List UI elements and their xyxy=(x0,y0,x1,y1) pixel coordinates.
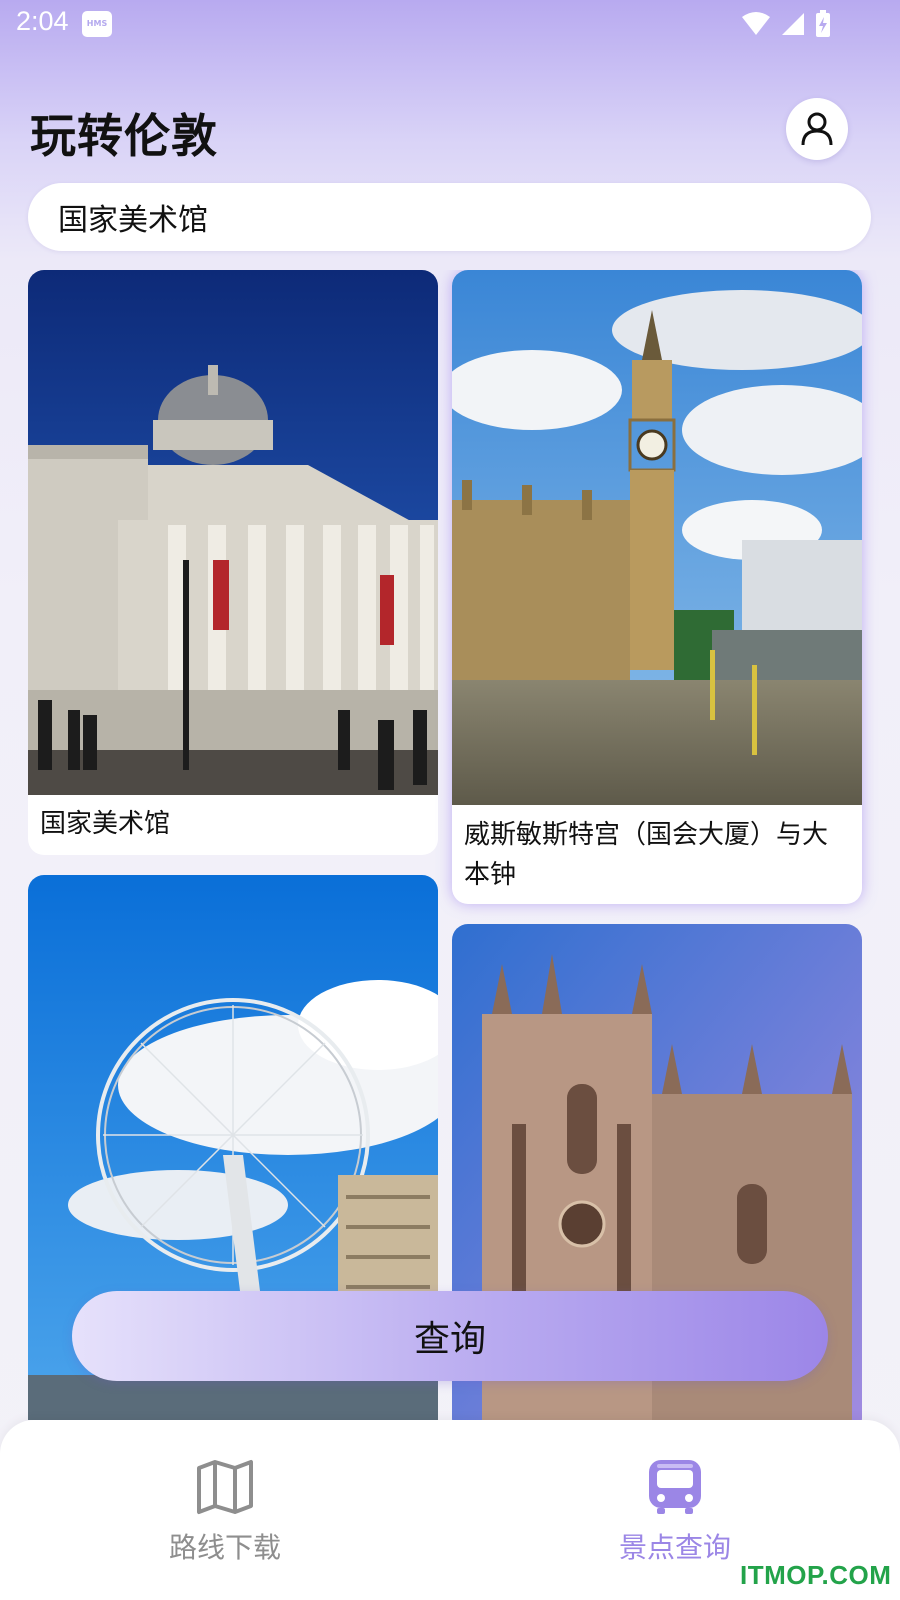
nav-label-route-download: 路线下载 xyxy=(168,1531,281,1564)
profile-button[interactable] xyxy=(786,98,848,160)
app-title: 玩转伦敦 xyxy=(30,109,218,163)
attraction-grid[interactable]: 国家美术馆 威斯敏斯特宫（国会大厦）与大本钟 xyxy=(0,270,900,1420)
attraction-card-national-gallery[interactable]: 国家美术馆 xyxy=(28,270,438,855)
battery-icon xyxy=(816,10,830,37)
status-time: 2:04 xyxy=(16,6,69,36)
wifi-icon xyxy=(742,12,770,35)
search-box[interactable] xyxy=(28,183,871,251)
map-icon xyxy=(197,1460,253,1514)
bus-icon xyxy=(649,1460,701,1514)
nav-item-route-download[interactable]: 路线下载 xyxy=(75,1420,375,1570)
national-gallery-photo xyxy=(28,270,438,795)
search-input[interactable] xyxy=(58,197,818,237)
attraction-card-label: 国家美术馆 xyxy=(40,809,171,839)
signal-icon xyxy=(782,13,804,35)
status-icons xyxy=(742,10,830,37)
nav-item-attraction-search[interactable]: 景点查询 xyxy=(525,1420,825,1570)
attraction-card-big-ben[interactable]: 威斯敏斯特宫（国会大厦）与大本钟 xyxy=(452,270,862,904)
user-icon xyxy=(801,112,833,146)
watermark-text: ITMOP.COM xyxy=(740,1560,892,1590)
status-bar: 2:04 HMS xyxy=(0,0,900,48)
query-button[interactable]: 查询 xyxy=(72,1291,828,1381)
attraction-card-label: 威斯敏斯特宫（国会大厦）与大本钟 xyxy=(464,820,829,890)
big-ben-photo xyxy=(452,270,862,805)
hms-badge-icon: HMS xyxy=(82,11,112,37)
